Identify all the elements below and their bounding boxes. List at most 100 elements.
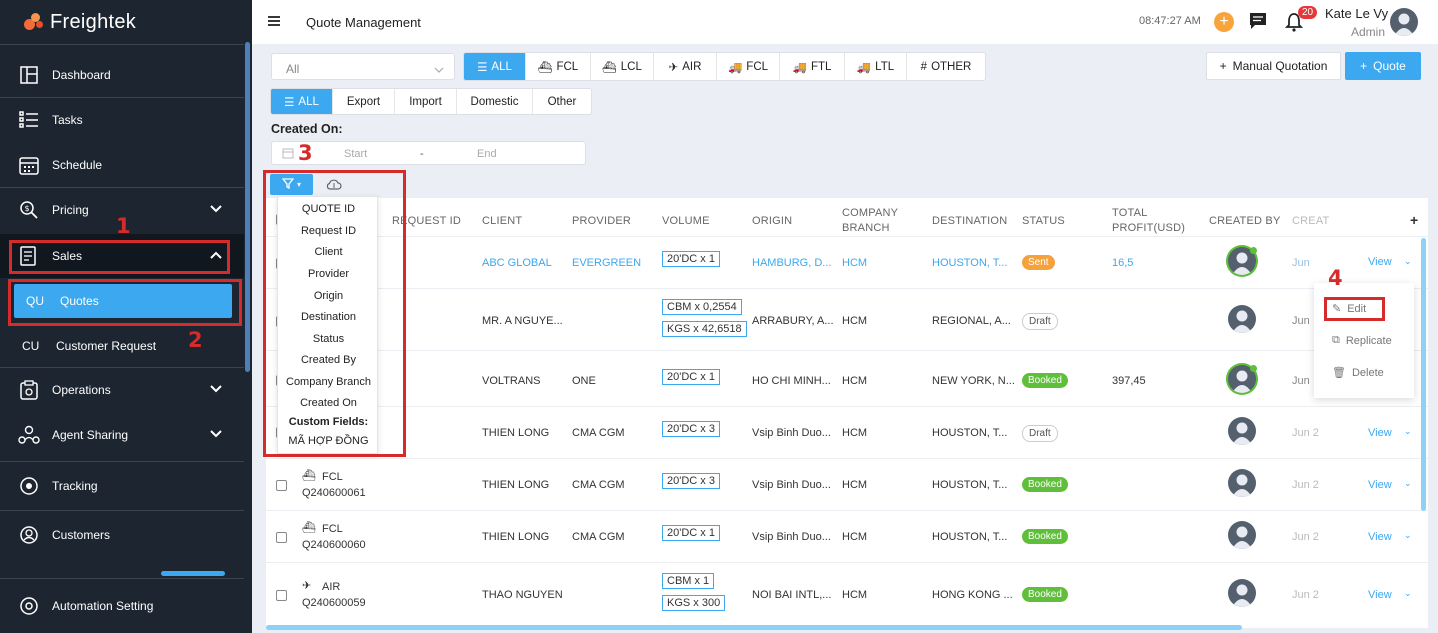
created-on-date-range[interactable]: Start - End	[271, 141, 586, 165]
row-checkbox[interactable]	[276, 590, 287, 601]
column-header-destination[interactable]: DESTINATION	[932, 214, 1007, 229]
delete-menu-item[interactable]: 🗑 Delete	[1332, 366, 1384, 380]
sidebar-item-tracking[interactable]: Tracking	[0, 464, 244, 508]
filter-option-quote-id[interactable]: QUOTE ID	[278, 203, 379, 215]
cell-provider[interactable]: EVERGREEN	[572, 257, 641, 269]
cell-client[interactable]: ABC GLOBAL	[482, 257, 552, 269]
cell-destination[interactable]: HOUSTON, T...	[932, 257, 1007, 269]
mode-tab-ftl[interactable]: 🚚 FTL	[780, 53, 845, 80]
row-checkbox[interactable]	[276, 480, 287, 491]
filter-option-provider[interactable]: Provider	[278, 268, 379, 280]
table-row[interactable]: ✈ AIR Q240600059 THAO NGUYEN CBM x 1 KGS…	[266, 562, 1428, 628]
sidebar-item-customer-request[interactable]: CU Customer Request	[0, 324, 244, 368]
mode-tab-lcl[interactable]: ⛴ LCL	[591, 53, 654, 80]
row-actions-chevron-icon[interactable]: ⌄	[1404, 530, 1412, 541]
cell-quote-id[interactable]: Q240600060	[302, 539, 366, 551]
view-link[interactable]: View	[1368, 479, 1392, 491]
user-name[interactable]: Kate Le Vy	[1325, 6, 1388, 21]
view-link[interactable]: View	[1368, 589, 1392, 601]
column-header-company-branch[interactable]: COMPANY BRANCH	[842, 206, 912, 236]
direction-tab-import[interactable]: Import	[395, 89, 457, 114]
filter-option-company-branch[interactable]: Company Branch	[278, 376, 379, 388]
filter-option-contract-number[interactable]: MÃ HỢP ĐỒNG	[278, 435, 379, 447]
start-date-placeholder[interactable]: Start	[344, 148, 367, 160]
filter-option-destination[interactable]: Destination	[278, 311, 379, 323]
column-header-volume[interactable]: VOLUME	[662, 214, 710, 229]
view-link[interactable]: View	[1368, 427, 1392, 439]
creator-avatar[interactable]	[1228, 305, 1256, 333]
column-header-total-profit[interactable]: TOTAL PROFIT(USD)	[1112, 206, 1192, 236]
sidebar-item-automation-setting[interactable]: Automation Setting	[0, 584, 244, 628]
table-row[interactable]: ABC GLOBAL EVERGREEN 20'DC x 1 HAMBURG, …	[266, 236, 1428, 288]
sidebar-item-dashboard[interactable]: Dashboard	[0, 53, 244, 97]
view-link[interactable]: View	[1368, 531, 1392, 543]
filter-option-status[interactable]: Status	[278, 333, 379, 345]
column-header-provider[interactable]: PROVIDER	[572, 214, 631, 229]
cell-origin[interactable]: HAMBURG, D...	[752, 257, 831, 269]
row-checkbox[interactable]	[276, 532, 287, 543]
sidebar-item-tasks[interactable]: Tasks	[0, 98, 244, 142]
filter-option-origin[interactable]: Origin	[278, 290, 379, 302]
column-header-created-by[interactable]: CREATED BY	[1209, 214, 1280, 229]
sidebar-item-sales[interactable]: Sales	[0, 234, 244, 278]
row-actions-chevron-icon[interactable]: ⌄	[1404, 426, 1412, 437]
filter-dropdown-button[interactable]: ▾	[270, 174, 313, 195]
direction-tab-other[interactable]: Other	[533, 89, 591, 114]
edit-menu-item[interactable]: ✎ Edit	[1332, 302, 1366, 316]
client-select[interactable]: All	[271, 53, 455, 80]
cell-quote-id[interactable]: Q240600059	[302, 597, 366, 609]
sidebar-scrollbar[interactable]	[245, 42, 250, 372]
quick-add-button[interactable]: +	[1214, 12, 1234, 32]
filter-option-request-id[interactable]: Request ID	[278, 225, 379, 237]
column-header-origin[interactable]: ORIGIN	[752, 214, 792, 229]
table-row[interactable]: VOLTRANS ONE 20'DC x 1 HO CHI MINH... HC…	[266, 350, 1428, 406]
filter-option-created-on[interactable]: Created On	[278, 397, 379, 409]
sidebar-item-schedule[interactable]: Schedule	[0, 143, 244, 187]
column-header-request-id[interactable]: REQUEST ID	[392, 214, 461, 229]
creator-avatar[interactable]	[1228, 579, 1256, 607]
mode-tab-other[interactable]: # OTHER	[907, 53, 985, 80]
cloud-download-icon[interactable]	[326, 178, 342, 194]
manual-quotation-button[interactable]: + Manual Quotation	[1206, 52, 1341, 80]
mode-tab-all[interactable]: ☰ ALL	[464, 53, 526, 80]
hamburger-menu-icon[interactable]	[268, 15, 282, 29]
direction-tab-all[interactable]: ☰ ALL	[271, 89, 333, 114]
table-row[interactable]: THIEN LONG CMA CGM 20'DC x 3 Vsip Binh D…	[266, 406, 1428, 458]
creator-avatar[interactable]	[1228, 521, 1256, 549]
row-actions-chevron-icon[interactable]: ⌄	[1404, 478, 1412, 489]
mode-tab-air[interactable]: ✈ AIR	[654, 53, 717, 80]
end-date-placeholder[interactable]: End	[477, 148, 497, 160]
table-horizontal-scrollbar[interactable]	[266, 625, 1242, 630]
column-header-client[interactable]: CLIENT	[482, 214, 522, 229]
sidebar-item-operations[interactable]: Operations	[0, 368, 244, 412]
table-row[interactable]: ⛴ FCL Q240600060 THIEN LONG CMA CGM 20'D…	[266, 510, 1428, 562]
table-vertical-scrollbar[interactable]	[1421, 238, 1426, 511]
cell-branch[interactable]: HCM	[842, 257, 867, 269]
filter-option-created-by[interactable]: Created By	[278, 354, 379, 366]
table-row[interactable]: ⛴ FCL Q240600061 THIEN LONG CMA CGM 20'D…	[266, 458, 1428, 510]
filter-option-client[interactable]: Client	[278, 246, 379, 258]
column-header-status[interactable]: STATUS	[1022, 214, 1065, 229]
creator-avatar[interactable]	[1228, 469, 1256, 497]
add-quote-button[interactable]: + Quote	[1345, 52, 1421, 80]
direction-tab-export[interactable]: Export	[333, 89, 395, 114]
view-link[interactable]: View	[1368, 256, 1392, 268]
replicate-menu-item[interactable]: ⧉ Replicate	[1332, 334, 1392, 347]
column-header-created[interactable]: CREAT	[1292, 214, 1329, 229]
mode-tab-fcl[interactable]: ⛴ FCL	[526, 53, 591, 80]
mode-tab-fcl-truck[interactable]: 🚚 FCL	[717, 53, 780, 80]
row-actions-chevron-icon[interactable]: ⌄	[1404, 588, 1412, 599]
user-avatar[interactable]	[1390, 8, 1418, 36]
mode-tab-label: FTL	[810, 60, 832, 73]
cell-quote-id[interactable]: Q240600061	[302, 487, 366, 499]
mode-tab-ltl[interactable]: 🚚 LTL	[845, 53, 907, 80]
chat-icon[interactable]	[1249, 12, 1267, 33]
sidebar-item-quotes[interactable]: QU Quotes	[14, 284, 232, 318]
table-row[interactable]: MR. A NGUYE... CBM x 0,2554 KGS x 42,651…	[266, 288, 1428, 350]
direction-tab-domestic[interactable]: Domestic	[457, 89, 533, 114]
add-column-icon[interactable]: +	[1410, 212, 1418, 228]
creator-avatar[interactable]	[1228, 417, 1256, 445]
sidebar-item-customers[interactable]: Customers	[0, 513, 244, 557]
row-actions-chevron-icon[interactable]: ⌄	[1404, 256, 1412, 267]
sidebar-item-agent-sharing[interactable]: Agent Sharing	[0, 413, 244, 457]
